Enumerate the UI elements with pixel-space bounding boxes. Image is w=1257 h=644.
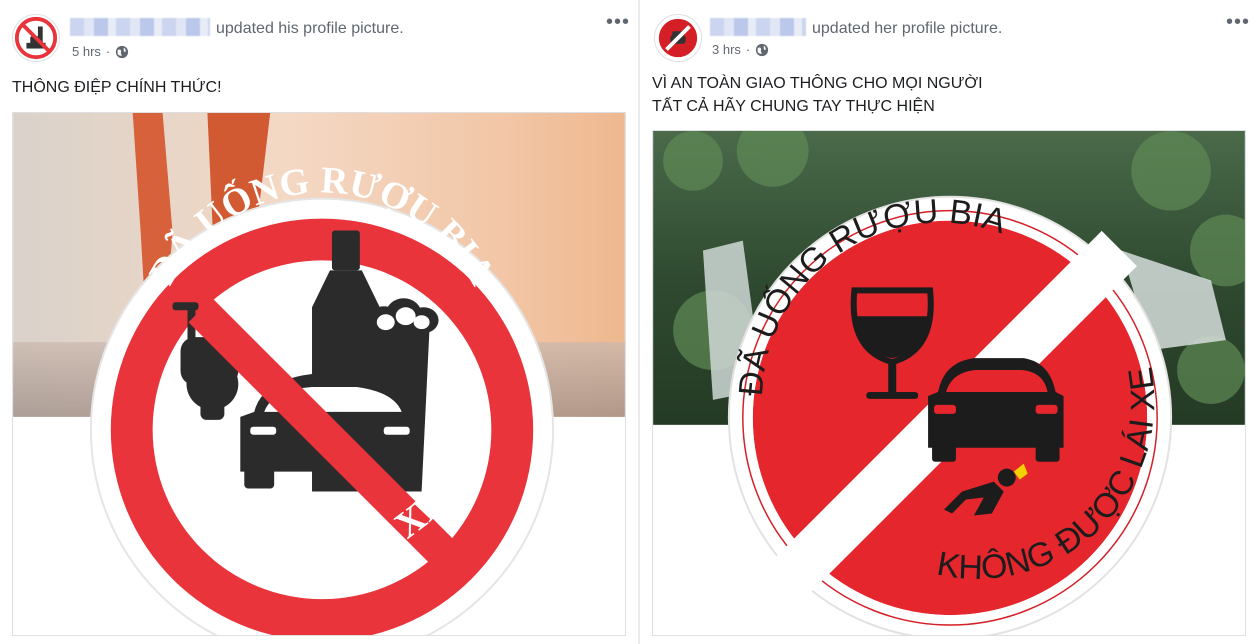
post-timestamp[interactable]: 5 hrs (72, 44, 101, 59)
feed-post: updated his profile picture. 5 hrs · •••… (0, 0, 638, 644)
post-text-line: TẤT CẢ HÃY CHUNG TAY THỰC HIỆN (652, 98, 935, 115)
post-text: THÔNG ĐIỆP CHÍNH THỨC! (12, 76, 222, 99)
globe-icon[interactable] (755, 43, 769, 57)
post-header: updated his profile picture. (70, 18, 404, 38)
post-photo[interactable]: ĐÃ UỐNG RƯỢU BIA KHÔNG ĐƯỢC LÁI XE (652, 130, 1246, 636)
post-header: updated her profile picture. (710, 18, 1002, 38)
car-icon (928, 358, 1064, 462)
profile-sign-icon (13, 15, 59, 61)
post-text-line: THÔNG ĐIỆP CHÍNH THỨC! (12, 79, 222, 96)
avatar[interactable] (12, 14, 60, 62)
post-text: VÌ AN TOÀN GIAO THÔNG CHO MỌI NGƯỜI TẤT … (652, 72, 983, 118)
drink-driving-sign-image: ĐÃ UỐNG RƯỢU BIA KHÔNG ĐƯỢC LÁI XE (653, 131, 1245, 635)
feed-post: updated her profile picture. 3 hrs · •••… (640, 0, 1257, 644)
author-name-blurred[interactable] (710, 18, 806, 36)
drink-driving-sign-image: ĐÃ UỐNG RƯỢU BIA KHÔNG LÁI XE (13, 113, 625, 635)
post-photo[interactable]: ĐÃ UỐNG RƯỢU BIA KHÔNG LÁI XE (12, 112, 626, 636)
more-options-button[interactable]: ••• (606, 12, 630, 32)
profile-sign-icon (655, 15, 701, 61)
meta-separator: · (105, 44, 111, 59)
avatar[interactable] (654, 14, 702, 62)
post-meta: 3 hrs · (712, 42, 769, 57)
post-action-text: updated his profile picture. (216, 20, 404, 37)
author-name-blurred[interactable] (70, 18, 210, 36)
more-options-button[interactable]: ••• (1226, 12, 1250, 32)
post-timestamp[interactable]: 3 hrs (712, 42, 741, 57)
meta-separator: · (745, 42, 751, 57)
post-meta: 5 hrs · (72, 44, 129, 59)
globe-icon[interactable] (115, 45, 129, 59)
post-text-line: VÌ AN TOÀN GIAO THÔNG CHO MỌI NGƯỜI (652, 75, 983, 92)
post-action-text: updated her profile picture. (812, 20, 1003, 37)
